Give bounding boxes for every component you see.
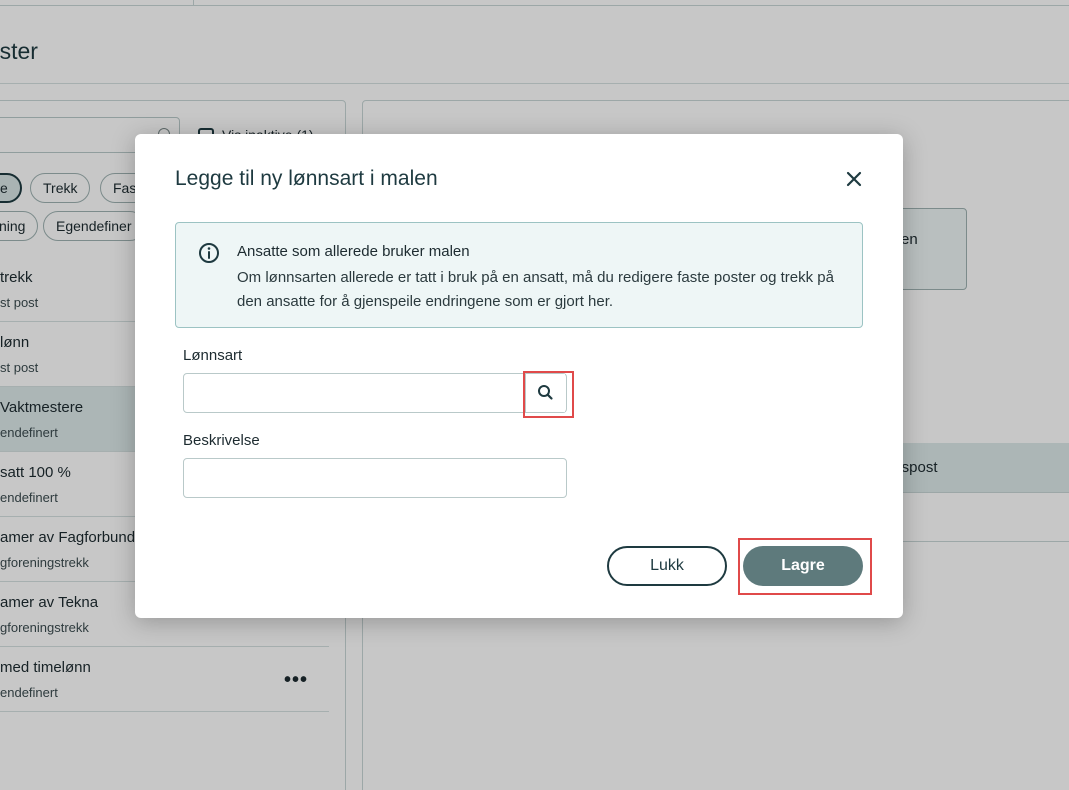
dialog-title: Legge til ny lønnsart i malen	[175, 167, 438, 190]
add-wage-type-dialog: Legge til ny lønnsart i malen Ansatte so…	[135, 134, 903, 618]
info-text: Om lønnsarten allerede er tatt i bruk på…	[237, 269, 834, 310]
search-button-highlight	[523, 371, 574, 418]
wage-type-input[interactable]	[183, 373, 567, 413]
info-title: Ansatte som allerede bruker malen	[237, 243, 470, 260]
close-icon[interactable]	[841, 166, 867, 192]
description-label: Beskrivelse	[183, 432, 260, 449]
info-alert: Ansatte som allerede bruker malen Om løn…	[175, 222, 863, 328]
description-input[interactable]	[183, 458, 567, 498]
wage-type-label: Lønnsart	[183, 347, 243, 364]
info-icon	[198, 242, 220, 264]
save-button-highlight	[738, 538, 872, 595]
close-button[interactable]: Lukk	[607, 546, 727, 586]
